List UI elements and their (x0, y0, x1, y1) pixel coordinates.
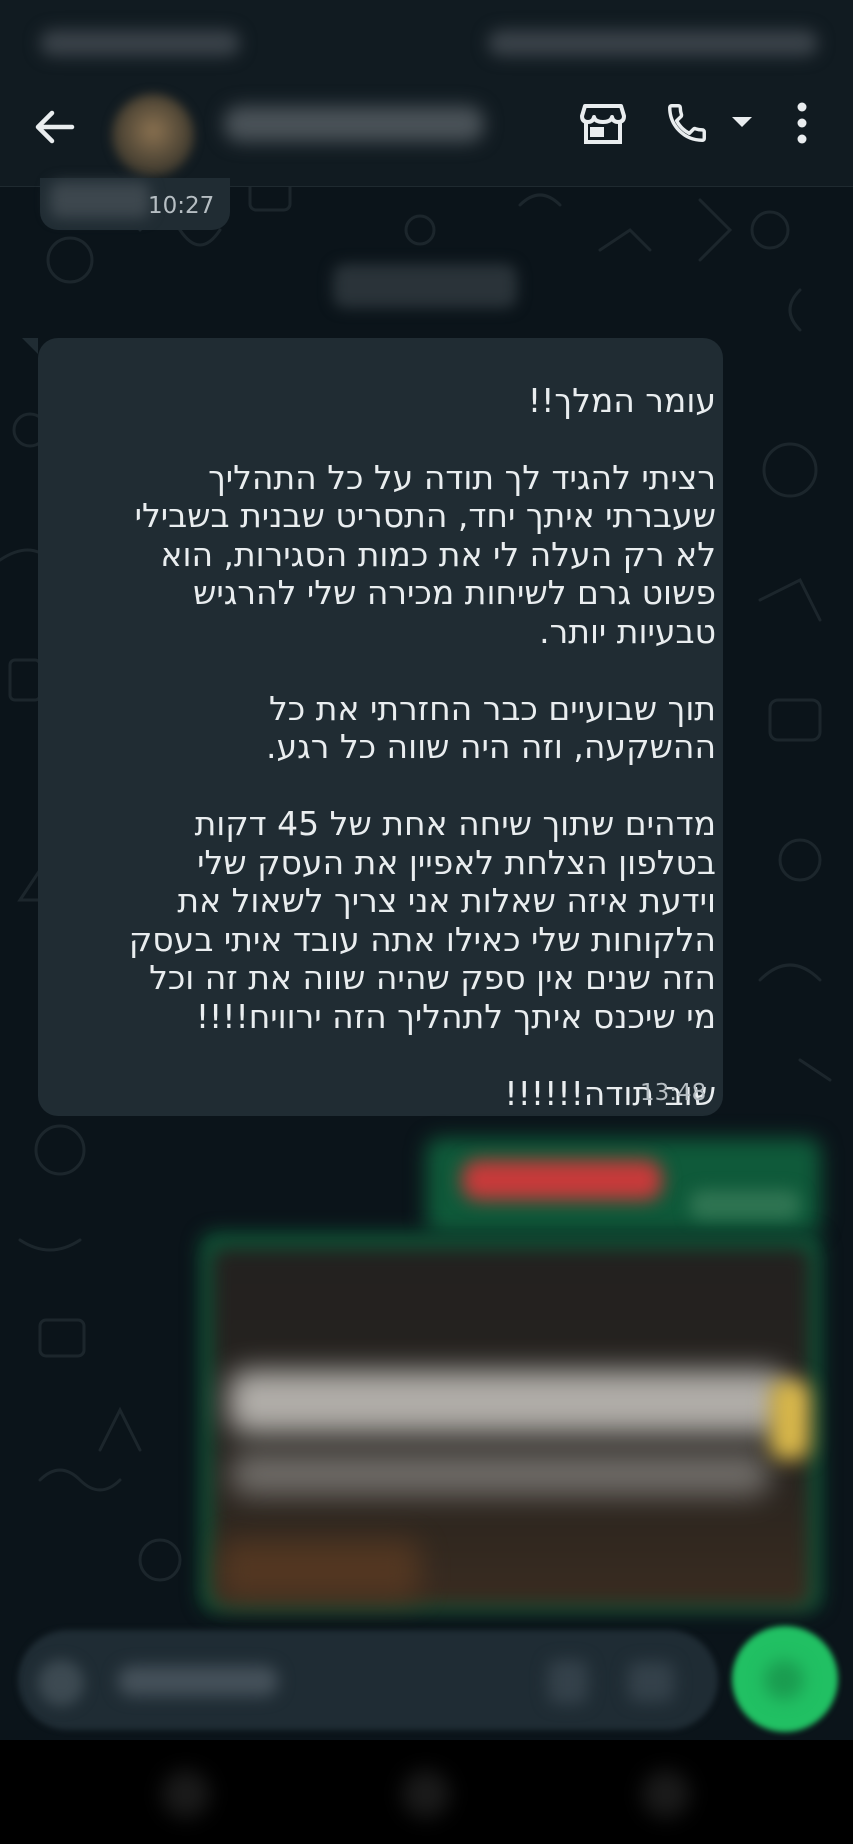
message-line: תוך שבועיים כבר החזרתי את כל ההשקעה, וזה… (265, 688, 716, 766)
emoji-icon[interactable] (38, 1660, 84, 1706)
previous-message-time: 10:27 (148, 193, 215, 219)
mic-icon (764, 1660, 804, 1700)
more-vert-icon[interactable] (790, 100, 814, 146)
message-time: 13:48 (640, 1080, 707, 1106)
date-divider-blurred (333, 264, 517, 308)
phone-icon[interactable] (664, 100, 710, 146)
arrow-left-icon[interactable] (32, 105, 76, 149)
system-nav-bar (0, 1740, 853, 1844)
caret-down-icon[interactable] (730, 114, 754, 130)
media-header-sub-blurred (690, 1190, 800, 1220)
media-image-text-blurred (228, 1370, 788, 1434)
previous-message-blurred (50, 182, 150, 218)
media-image-accent-blurred (220, 1540, 420, 1600)
message-line: מדהים שתוך שיחה אחת של 45 דקות בטלפון הצ… (128, 804, 716, 1036)
contact-name-blurred[interactable] (224, 106, 484, 142)
status-bar (0, 0, 853, 88)
message-line: רציתי להגיד לך תודה על כל התהליך שעברתי … (134, 457, 716, 651)
nav-back-button[interactable] (642, 1770, 690, 1818)
bubble-tail (22, 338, 38, 354)
nav-recents-button[interactable] (162, 1770, 210, 1818)
storefront-icon[interactable] (580, 100, 626, 146)
message-text: עומר המלך!! רציתי להגיד לך תודה על כל הת… (116, 343, 716, 1152)
attach-icon[interactable] (548, 1660, 588, 1704)
status-icons-blurred (488, 30, 818, 56)
contact-avatar[interactable] (112, 94, 194, 176)
message-line: שוב תודה!!!!!! (504, 1073, 716, 1113)
media-header-label-blurred (462, 1160, 662, 1200)
camera-icon[interactable] (628, 1662, 674, 1702)
message-line: עומר המלך!! (527, 380, 716, 420)
message-input-placeholder-blurred[interactable] (118, 1666, 278, 1696)
status-clock-blurred (40, 30, 240, 56)
media-image-text-blurred (230, 1452, 770, 1496)
media-image-accent-blurred (770, 1380, 810, 1460)
nav-home-button[interactable] (402, 1770, 450, 1818)
